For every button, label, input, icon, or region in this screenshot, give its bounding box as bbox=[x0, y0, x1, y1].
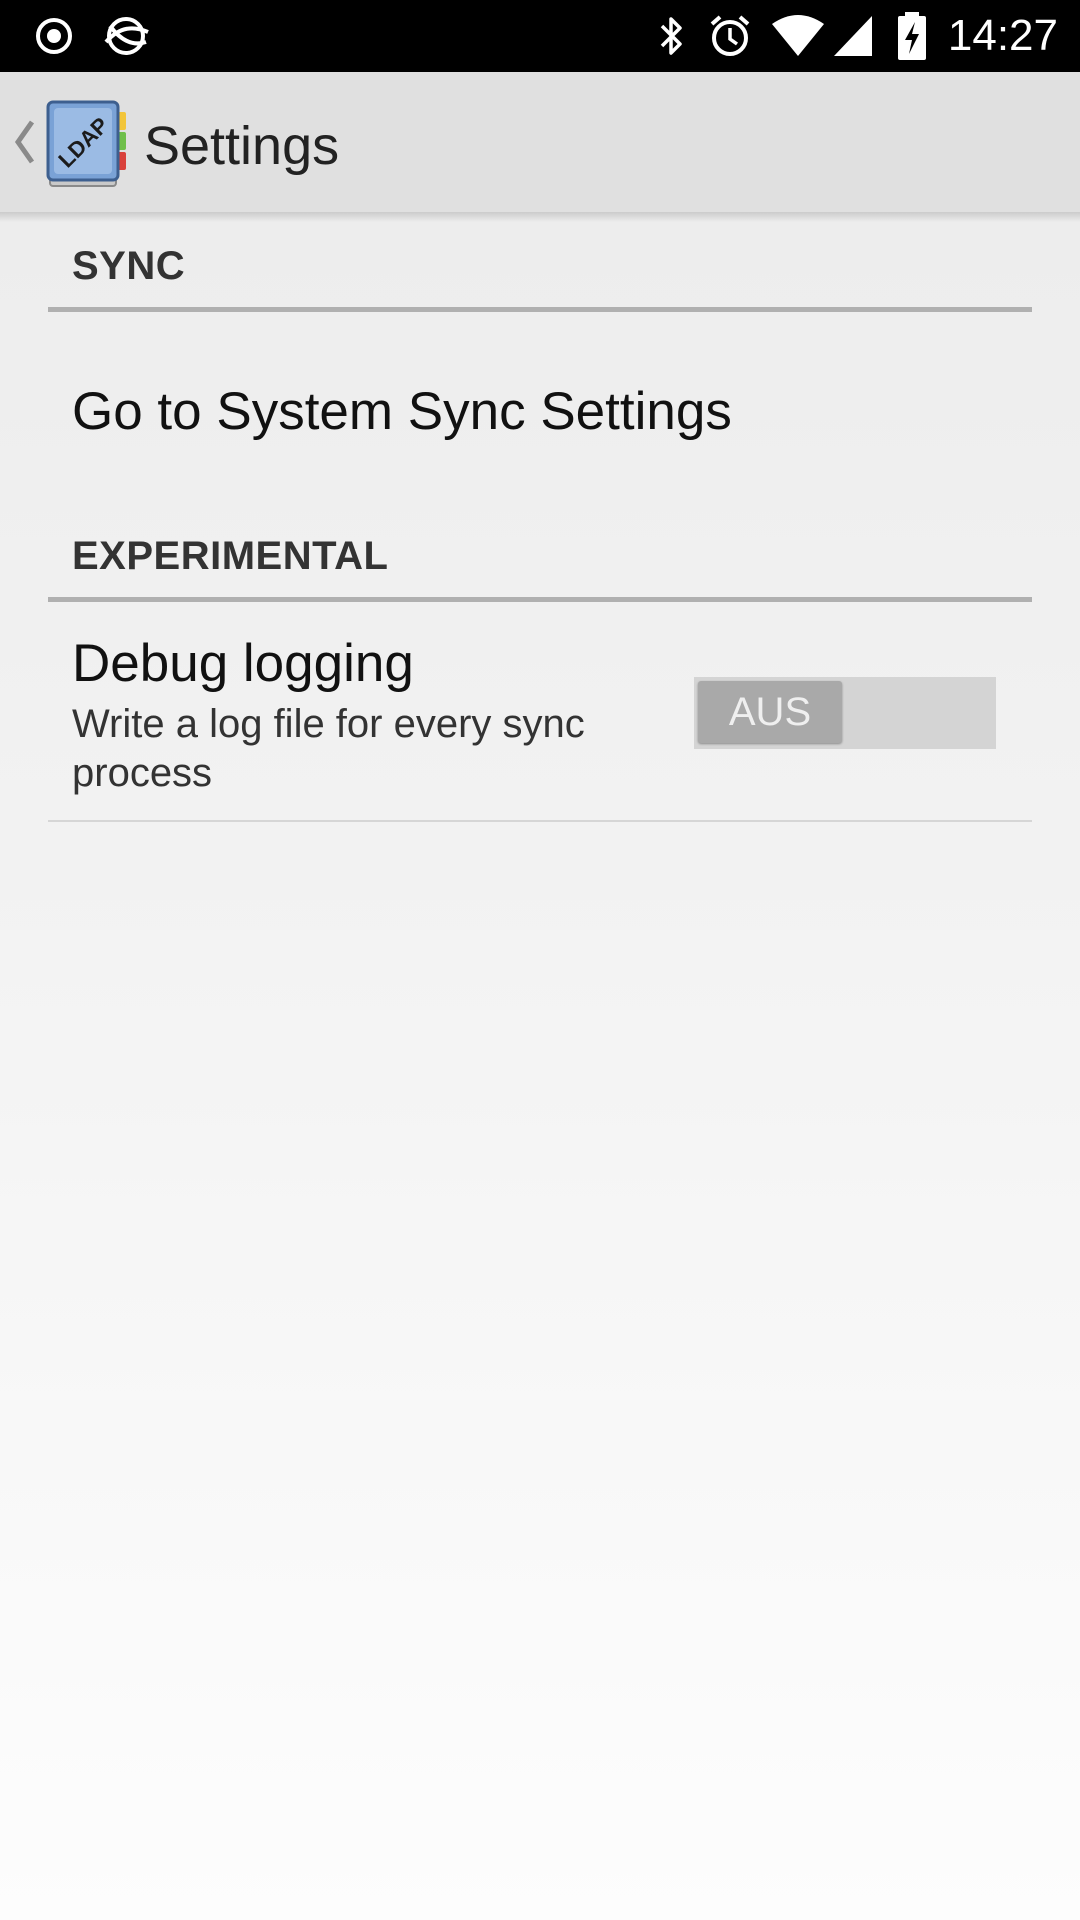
debug-logging-title: Debug logging bbox=[72, 634, 414, 693]
page-title: Settings bbox=[144, 116, 340, 176]
category-experimental: EXPERIMENTAL bbox=[48, 520, 1032, 602]
status-bar: 14:27 bbox=[0, 0, 1080, 72]
system-sync-settings-title: Go to System Sync Settings bbox=[72, 382, 732, 441]
debug-logging-toggle[interactable]: AUS bbox=[694, 677, 996, 749]
category-sync: SYNC bbox=[48, 230, 1032, 312]
action-bar: LDAP Settings bbox=[0, 72, 1080, 212]
debug-logging-item[interactable]: Debug logging Write a log file for every… bbox=[48, 610, 1032, 822]
up-navigation-icon[interactable] bbox=[8, 114, 38, 170]
record-icon bbox=[36, 18, 72, 54]
status-time: 14:27 bbox=[947, 11, 1058, 60]
action-bar-shadow bbox=[0, 212, 1080, 222]
ldap-book-icon[interactable]: LDAP bbox=[42, 98, 134, 190]
sync-globe-icon bbox=[104, 17, 149, 55]
battery-charging-icon bbox=[898, 12, 926, 60]
alarm-icon bbox=[710, 15, 750, 56]
category-sync-title: SYNC bbox=[72, 244, 186, 288]
system-sync-settings-item[interactable]: Go to System Sync Settings bbox=[48, 340, 1032, 490]
cell-signal-icon bbox=[834, 16, 872, 56]
toggle-thumb[interactable]: AUS bbox=[698, 681, 842, 743]
debug-logging-summary: Write a log file for every sync process bbox=[72, 702, 585, 795]
bluetooth-icon bbox=[660, 17, 682, 55]
category-experimental-title: EXPERIMENTAL bbox=[72, 534, 389, 578]
wifi-icon bbox=[772, 15, 824, 56]
